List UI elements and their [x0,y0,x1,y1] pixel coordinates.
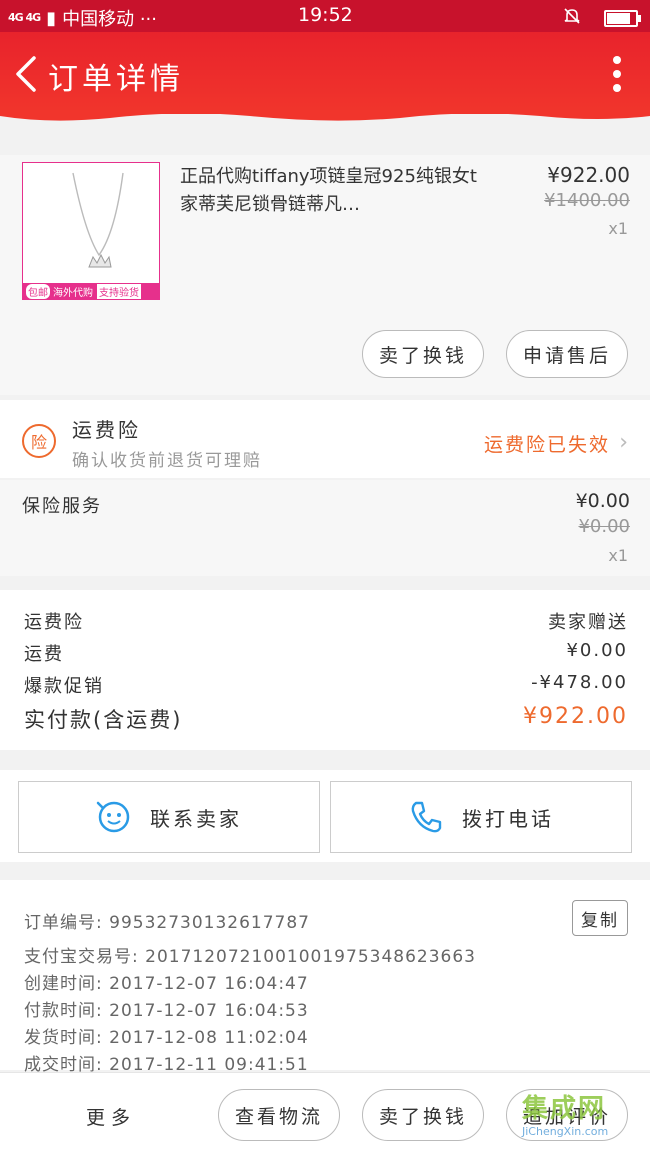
alipay-trade-number: 支付宝交易号: 2017120721001001975348623663 [24,947,476,967]
summary-label: 运费 [24,644,64,665]
product-quantity: x1 [608,219,628,238]
created-time: 创建时间: 2017-12-07 16:04:47 [24,974,309,994]
total-label: 实付款(含运费) [24,708,183,732]
summary-label: 运费险 [24,612,84,633]
carrier-name: 中国移动 ··· [62,9,157,30]
summary-row: 运费险 卖家赠送 [24,608,628,634]
call-phone-label: 拨打电话 [462,806,554,831]
back-button[interactable] [12,54,42,94]
after-sales-button[interactable]: 申请售后 [506,330,628,378]
insurance-status: 运费险已失效 [483,434,610,456]
necklace-image [72,172,124,268]
battery-icon [604,10,641,27]
product-card[interactable]: 包邮 海外代购 支持验货 正品代购tiffany项链皇冠925纯银女t家蒂芙尼锁… [0,155,650,395]
page-title: 订单详情 [48,62,184,97]
chat-bubble-icon [96,801,130,833]
order-number: 订单编号: 99532730132617787 [24,913,311,933]
more-button[interactable]: 更多 [86,1103,136,1130]
chevron-left-icon [16,56,36,92]
dot-icon [613,70,621,78]
status-bar: 4G 4G ▮ 中国移动 ··· 19:52 [0,0,650,32]
more-options-button[interactable] [612,56,622,92]
shipping-insurance-row[interactable]: 险 运费险 确认收货前退货可理赔 运费险已失效 › [0,400,650,478]
insurance-icon: 险 [22,424,56,458]
dot-icon [613,84,621,92]
total-value: ¥922.00 [523,704,628,729]
product-tag-bar: 包邮 海外代购 支持验货 [23,283,159,299]
inspection-tag: 支持验货 [97,283,141,299]
mute-bell-icon [562,6,582,31]
contact-seller-button[interactable]: 联系卖家 [18,781,320,853]
product-price: ¥922.00 [547,163,630,187]
insurance-subtitle: 确认收货前退货可理赔 [72,451,262,471]
sell-for-cash-bottom-button[interactable]: 卖了换钱 [362,1089,484,1141]
call-phone-button[interactable]: 拨打电话 [330,781,632,853]
dot-icon [613,56,621,64]
watermark: 集成网 JiChengXin.com [522,1088,642,1148]
header-wave-edge [0,110,650,121]
price-summary: 运费险 卖家赠送 运费 ¥0.00 爆款促销 -¥478.00 实付款(含运费)… [0,590,650,750]
copy-button[interactable]: 复制 [572,900,628,936]
watermark-logo: 集成网 [522,1094,607,1124]
summary-row: 运费 ¥0.00 [24,640,628,666]
signal-icon: ▮ [46,7,57,29]
header-bar: 订单详情 [0,32,650,114]
overseas-tag: 海外代购 [53,287,93,299]
product-thumbnail[interactable]: 包邮 海外代购 支持验货 [22,162,160,300]
network-indicator: 4G 4G [8,11,41,24]
service-quantity: x1 [608,546,628,565]
service-name: 保险服务 [22,496,102,517]
sell-for-cash-button[interactable]: 卖了换钱 [362,330,484,378]
summary-value: ¥0.00 [566,640,628,661]
insurance-service-item: 保险服务 ¥0.00 ¥0.00 x1 [0,480,650,576]
chevron-right-icon: › [619,430,628,455]
shipped-time: 发货时间: 2017-12-08 11:02:04 [24,1028,309,1048]
product-name: 正品代购tiffany项链皇冠925纯银女t家蒂芙尼锁骨链蒂凡… [180,166,477,215]
phone-icon [411,801,442,833]
total-row: 实付款(含运费) ¥922.00 [24,704,628,734]
contact-seller-label: 联系卖家 [150,806,242,831]
contact-bar: 联系卖家 拨打电话 [0,770,650,862]
bottom-action-bar: 更多 查看物流 卖了换钱 追加评价 集成网 JiChengXin.com [0,1072,650,1156]
free-shipping-tag: 包邮 [26,283,50,299]
summary-row: 爆款促销 -¥478.00 [24,672,628,698]
view-logistics-button[interactable]: 查看物流 [218,1089,340,1141]
summary-value: 卖家赠送 [548,612,628,633]
service-original-price: ¥0.00 [578,516,630,537]
summary-value: -¥478.00 [531,672,628,693]
insurance-title: 运费险 [72,418,141,442]
product-original-price: ¥1400.00 [544,190,630,211]
service-price: ¥0.00 [575,490,630,512]
watermark-site: JiChengXin.com [522,1125,609,1138]
summary-label: 爆款促销 [24,676,104,697]
order-info: 订单编号: 99532730132617787 复制 支付宝交易号: 20171… [0,880,650,1075]
paid-time: 付款时间: 2017-12-07 16:04:53 [24,1001,309,1021]
clock: 19:52 [298,4,353,26]
